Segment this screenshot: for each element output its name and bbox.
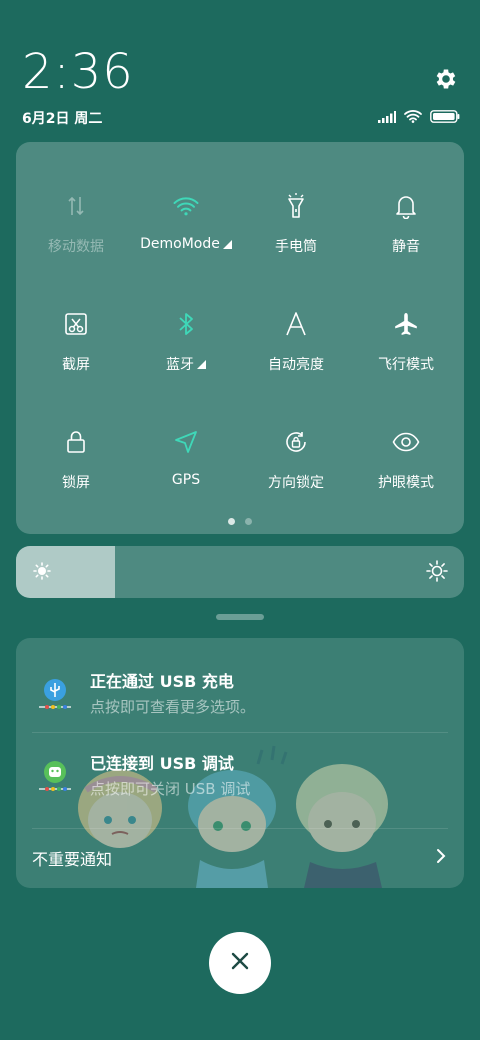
battery-icon [430, 108, 460, 127]
tile-label: 护眼模式 [378, 475, 434, 491]
tile-label: DemoMode [140, 236, 220, 252]
tile-label: 蓝牙 [166, 357, 194, 373]
eye-icon [392, 428, 420, 456]
gps-icon [172, 428, 200, 456]
brightness-slider[interactable] [16, 546, 464, 598]
tile-screenshot[interactable]: 截屏 [20, 300, 132, 400]
tile-rotation-lock[interactable]: 方向锁定 [240, 418, 352, 518]
tile-gps[interactable]: GPS [130, 418, 242, 518]
tile-airplane[interactable]: 飞行模式 [350, 300, 462, 400]
notification-usb-charging[interactable]: 正在通过 USB 充电 点按即可查看更多选项。 [16, 638, 464, 728]
brightness-high-icon [426, 560, 448, 586]
tile-mute[interactable]: 静音 [350, 182, 462, 282]
tile-auto-brightness[interactable]: 自动亮度 [240, 300, 352, 400]
tile-label: 静音 [392, 239, 420, 255]
divider [32, 828, 448, 829]
tile-label: 飞行模式 [378, 357, 434, 373]
quick-settings-panel: 移动数据 DemoMode 手电筒 静音 截屏 蓝牙 自动亮度 飞行模式 锁屏 … [16, 142, 464, 534]
tile-bluetooth[interactable]: 蓝牙 [130, 300, 242, 400]
tile-flashlight[interactable]: 手电筒 [240, 182, 352, 282]
tile-label: 手电筒 [275, 239, 317, 255]
tile-label: GPS [171, 472, 201, 488]
brightness-low-icon [32, 561, 52, 585]
expand-menu-icon[interactable] [222, 239, 232, 249]
wifi-icon [172, 192, 200, 220]
bell-icon [392, 192, 420, 220]
notification-title: 已连接到 USB 调试 [90, 754, 234, 773]
tile-lock-screen[interactable]: 锁屏 [20, 418, 132, 518]
expand-menu-icon[interactable] [197, 359, 206, 369]
tile-mobile-data[interactable]: 移动数据 [20, 182, 132, 282]
date[interactable]: 6月2日 周二 [22, 108, 102, 128]
notification-subtitle: 点按即可关闭 USB 调试 [90, 780, 251, 798]
settings-gear-icon[interactable] [433, 66, 459, 92]
clock[interactable]: 2:36 [22, 44, 134, 100]
tile-label: 自动亮度 [268, 357, 324, 373]
page-dot[interactable] [245, 518, 252, 525]
lock-icon [62, 428, 90, 456]
clear-all-button[interactable] [209, 932, 271, 994]
page-dot[interactable] [228, 518, 235, 525]
wifi-status-icon [404, 108, 422, 127]
tile-label: 锁屏 [62, 475, 90, 491]
tile-eye-care[interactable]: 护眼模式 [350, 418, 462, 518]
android-debug-icon [38, 758, 72, 794]
signal-icon [378, 108, 396, 127]
page-indicator [0, 518, 480, 525]
tile-label: 方向锁定 [268, 475, 324, 491]
mobile-data-icon [62, 192, 90, 220]
tile-wifi[interactable]: DemoMode [130, 182, 242, 282]
bluetooth-icon [172, 310, 200, 338]
tile-label: 截屏 [62, 357, 90, 373]
rotation-lock-icon [282, 428, 310, 456]
notification-subtitle: 点按即可查看更多选项。 [90, 698, 256, 716]
airplane-icon [392, 310, 420, 338]
drag-handle[interactable] [216, 614, 264, 620]
usb-icon [38, 676, 72, 712]
notification-usb-debugging[interactable]: 已连接到 USB 调试 点按即可关闭 USB 调试 [16, 720, 464, 810]
close-icon [231, 952, 249, 974]
minor-notifications-label[interactable]: 不重要通知 [32, 846, 112, 870]
notification-title: 正在通过 USB 充电 [90, 672, 234, 691]
screenshot-icon [62, 310, 90, 338]
tile-label: 移动数据 [48, 239, 104, 255]
notification-panel: 正在通过 USB 充电 点按即可查看更多选项。 已连接到 USB 调试 点按即可… [16, 638, 464, 888]
flashlight-icon [282, 192, 310, 220]
auto-brightness-icon [282, 310, 310, 338]
brightness-level-fill [16, 546, 115, 598]
chevron-right-icon[interactable] [436, 848, 446, 868]
